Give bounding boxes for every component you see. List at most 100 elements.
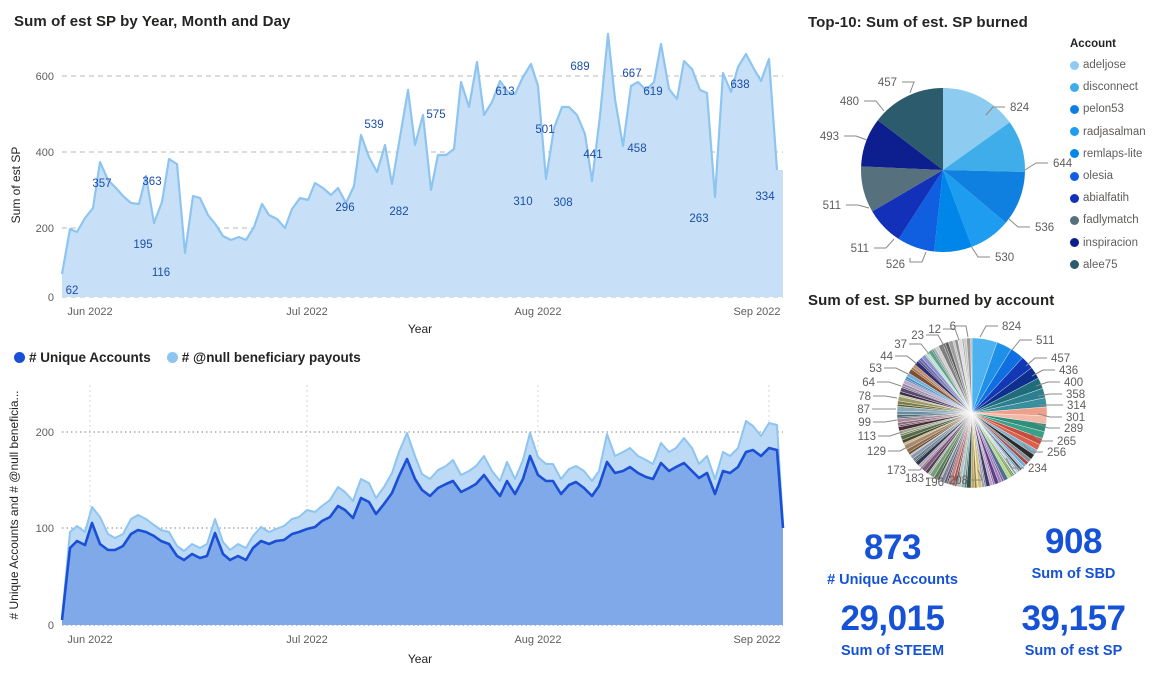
kpi-value: 29,015	[840, 599, 945, 638]
main-chart-y-axis-title: Sum of est SP	[9, 147, 23, 224]
account-pie-panel[interactable]: Sum of est. SP burned by account 824 511…	[800, 288, 1163, 516]
pie-legend-item-pelon53[interactable]: pelon53	[1070, 98, 1163, 120]
legend-label: remlaps-lite	[1083, 147, 1143, 160]
svg-text:493: 493	[820, 131, 839, 143]
main-area-chart-panel[interactable]: Sum of est SP by Year, Month and Day 0 2…	[0, 0, 800, 340]
svg-text:282: 282	[389, 206, 408, 218]
y-tick-100: 100	[36, 523, 54, 535]
accounts-chart-y-axis-title: # Unique Accounts and # @null beneficia.…	[7, 391, 21, 620]
svg-text:689: 689	[570, 61, 589, 73]
svg-text:511: 511	[823, 200, 841, 212]
svg-text:113: 113	[858, 431, 876, 443]
pie-legend-title: Account	[1070, 38, 1116, 50]
pie-slices	[861, 87, 1025, 252]
svg-text:539: 539	[364, 119, 383, 131]
y-tick-0: 0	[48, 620, 54, 632]
legend-label: disconnect	[1083, 81, 1138, 94]
x-tick-aug: Aug 2022	[514, 634, 561, 646]
svg-text:314: 314	[1067, 400, 1087, 412]
svg-text:173: 173	[887, 465, 906, 477]
kpi-card-sbd[interactable]: 908 Sum of SBD	[983, 524, 1163, 582]
legend-swatch-icon	[1070, 60, 1079, 70]
x-tick-sep: Sep 2022	[733, 634, 780, 646]
legend-label: adeljose	[1083, 59, 1126, 72]
pie-legend-item-adeljose[interactable]: adeljose	[1070, 54, 1163, 76]
legend-label: alee75	[1083, 258, 1118, 271]
pie-legend-item-radjasalman[interactable]: radjasalman	[1070, 121, 1163, 143]
kpi-card-steem[interactable]: 29,015 Sum of STEEM	[802, 601, 983, 659]
svg-text:6: 6	[950, 321, 956, 333]
legend-swatch-icon	[1070, 104, 1079, 114]
svg-text:536: 536	[1035, 222, 1054, 234]
svg-text:458: 458	[627, 143, 646, 155]
legend-label: olesia	[1083, 170, 1114, 183]
svg-text:511: 511	[851, 243, 869, 255]
svg-text:501: 501	[535, 124, 554, 136]
top10-pie-panel[interactable]: Top-10: Sum of est. SP burned 824 644 53…	[800, 0, 1163, 288]
svg-text:667: 667	[622, 68, 641, 80]
accounts-chart-x-axis-title: Year	[408, 652, 432, 666]
svg-text:234: 234	[1028, 463, 1048, 475]
y-tick-400: 400	[36, 147, 54, 159]
svg-text:129: 129	[867, 446, 886, 458]
svg-text:363: 363	[142, 176, 161, 188]
legend-swatch-icon	[1070, 149, 1079, 159]
svg-text:824: 824	[1010, 102, 1030, 114]
pie-legend-item-olesia[interactable]: olesia	[1070, 165, 1163, 187]
kpi-label: # Unique Accounts	[827, 572, 958, 588]
kpi-label: Sum of SBD	[1031, 566, 1116, 582]
svg-text:78: 78	[858, 391, 871, 403]
svg-text:511: 511	[1036, 335, 1054, 347]
accounts-area-chart-panel[interactable]: # Unique Accounts # @null beneficiary pa…	[0, 340, 800, 679]
x-tick-jun: Jun 2022	[67, 306, 112, 318]
legend-label: inspiracion	[1083, 236, 1138, 249]
svg-text:457: 457	[1051, 353, 1070, 365]
kpi-label: Sum of STEEM	[840, 643, 945, 659]
pie-legend-item-inspiracion[interactable]: inspiracion	[1070, 232, 1163, 254]
legend-swatch-icon	[1070, 82, 1079, 92]
y-tick-200: 200	[36, 427, 54, 439]
legend-swatch-icon	[1070, 215, 1079, 225]
pie-legend-item-disconnect[interactable]: disconnect	[1070, 76, 1163, 98]
svg-text:53: 53	[869, 363, 882, 375]
y-tick-200: 200	[36, 223, 54, 235]
account-pie-slices	[896, 337, 1048, 489]
svg-text:289: 289	[1064, 423, 1083, 435]
legend-label: fadlymatch	[1083, 214, 1139, 227]
svg-text:183: 183	[905, 473, 924, 485]
svg-text:62: 62	[66, 285, 79, 297]
y-tick-0: 0	[48, 292, 54, 304]
pie-legend-item-alee75[interactable]: alee75	[1070, 254, 1163, 276]
svg-text:457: 457	[878, 77, 897, 89]
kpi-card-unique-accounts[interactable]: 873 # Unique Accounts	[802, 530, 983, 588]
svg-text:23: 23	[911, 330, 924, 342]
kpi-grid: 873 # Unique Accounts 908 Sum of SBD 29,…	[800, 516, 1163, 679]
legend-swatch-icon	[1070, 238, 1079, 248]
svg-text:99: 99	[858, 417, 871, 429]
kpi-value: 908	[1045, 522, 1102, 561]
accounts-chart-svg: 0 100 200 # Unique Accounts and # @null …	[7, 385, 785, 666]
kpi-value: 39,157	[1021, 599, 1126, 638]
top10-pie-legend[interactable]: Account adeljose disconnect pelon53 radj…	[1070, 38, 1163, 276]
y-tick-600: 600	[36, 71, 54, 83]
legend-label: radjasalman	[1083, 125, 1146, 138]
main-chart-svg: 0 200 400 600 Sum of est SP 62 357 195 3…	[9, 32, 783, 336]
kpi-card-est-sp[interactable]: 39,157 Sum of est SP	[983, 601, 1163, 659]
pie-legend-item-fadlymatch[interactable]: fadlymatch	[1070, 209, 1163, 231]
pie-legend-item-abialfatih[interactable]: abialfatih	[1070, 187, 1163, 209]
svg-text:400: 400	[1064, 377, 1083, 389]
svg-text:575: 575	[426, 109, 445, 121]
svg-text:87: 87	[857, 404, 870, 416]
legend-swatch-icon	[1070, 193, 1079, 203]
svg-text:310: 310	[513, 196, 532, 208]
pie-legend-item-remlaps-lite[interactable]: remlaps-lite	[1070, 143, 1163, 165]
legend-label: pelon53	[1083, 103, 1124, 116]
legend-label: abialfatih	[1083, 192, 1130, 205]
x-tick-aug: Aug 2022	[514, 306, 561, 318]
svg-text:530: 530	[995, 252, 1014, 264]
x-tick-jul: Jul 2022	[286, 306, 328, 318]
kpi-label: Sum of est SP	[1024, 643, 1123, 659]
legend-swatch-icon	[1070, 127, 1079, 137]
account-pie-svg: 824 511 457 436 400 358 314 301 289 265 …	[857, 321, 1087, 489]
svg-text:526: 526	[886, 259, 905, 271]
